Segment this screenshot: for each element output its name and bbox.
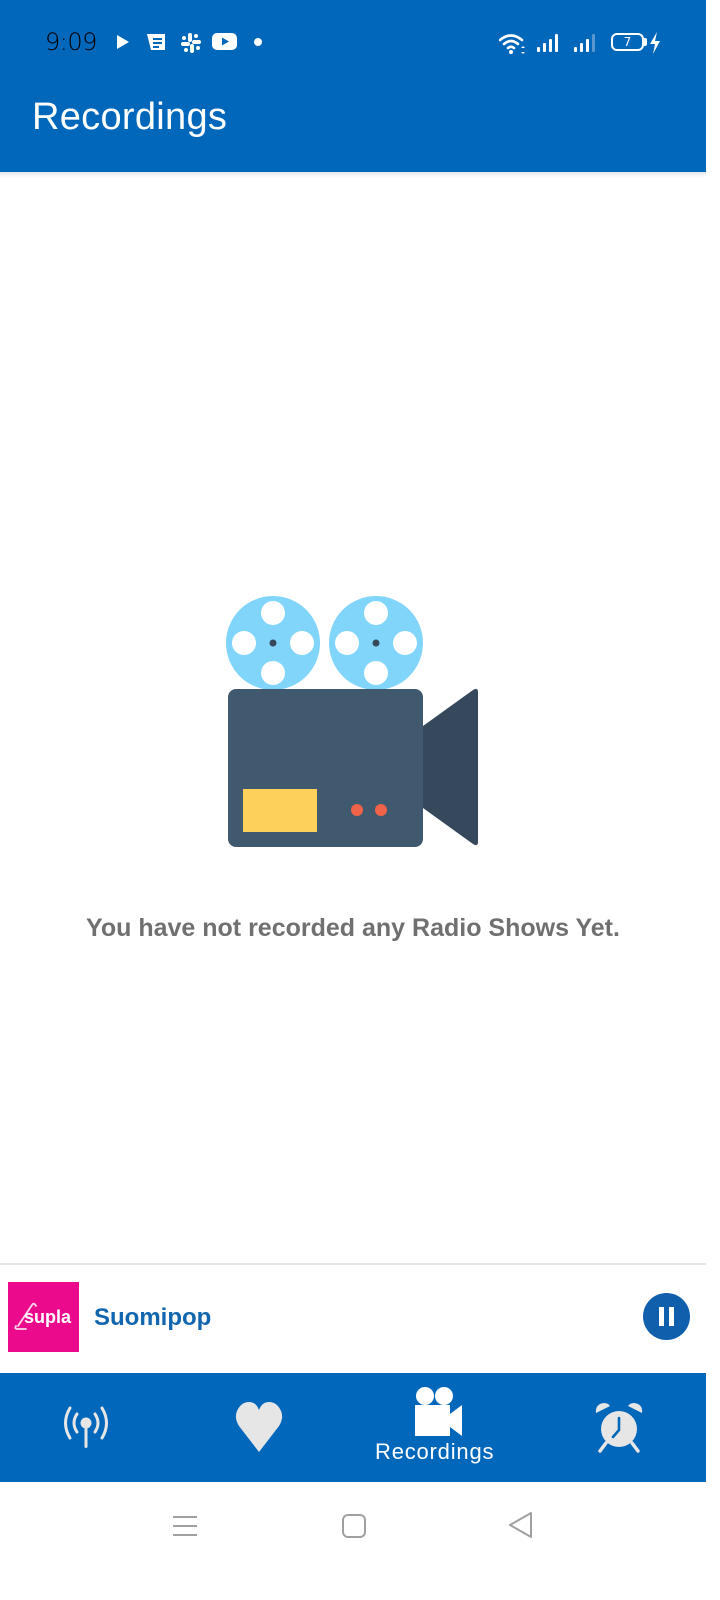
slack-icon (181, 33, 201, 53)
pause-icon (659, 1307, 674, 1326)
film-reel-left-icon (226, 596, 320, 690)
nav-tab-alarm[interactable] (528, 1373, 706, 1482)
back-icon[interactable] (506, 1510, 536, 1540)
app-bar-shadow (0, 172, 706, 178)
status-bar (0, 0, 706, 86)
battery-tip (644, 38, 647, 46)
nav-tab-recordings[interactable] (352, 1373, 528, 1482)
broadcast-icon (64, 1406, 108, 1448)
station-logo[interactable]: supla (8, 1282, 79, 1352)
heart-icon (235, 1402, 283, 1452)
signal-1-icon (537, 34, 558, 52)
charging-bolt-icon (650, 32, 660, 54)
movie-camera-illustration (226, 596, 478, 847)
empty-state-message: You have not recorded any Radio Shows Ye… (86, 914, 620, 942)
system-navigation-bar (0, 1482, 706, 1600)
camera-lens-icon (423, 688, 478, 846)
alarm-clock-icon (595, 1403, 643, 1453)
camera-label (243, 789, 317, 832)
logo-text: supla (24, 1307, 72, 1327)
film-reel-right-icon (329, 596, 423, 690)
message-icon (147, 34, 165, 50)
notification-dot-icon (254, 38, 262, 46)
status-time: 9:09 (45, 28, 97, 56)
nav-label-recordings: Recordings (375, 1439, 495, 1464)
nav-tab-favorites[interactable] (176, 1373, 352, 1482)
camera-led-1 (351, 804, 363, 816)
camera-led-2 (375, 804, 387, 816)
nav-tab-live[interactable] (0, 1373, 176, 1482)
supla-logo-icon: supla (14, 1302, 72, 1330)
battery-icon: 7 (611, 33, 644, 51)
battery-level: 7 (623, 35, 632, 49)
play-icon (117, 35, 129, 49)
recents-menu-icon[interactable] (171, 1512, 199, 1540)
youtube-icon (212, 33, 237, 50)
signal-2-icon (574, 34, 595, 52)
page-title: Recordings (32, 96, 228, 138)
wifi-icon (499, 34, 525, 54)
pause-button[interactable] (643, 1293, 690, 1340)
station-name[interactable]: Suomipop (94, 1304, 211, 1332)
home-icon[interactable] (340, 1512, 368, 1540)
video-camera-icon (415, 1387, 462, 1436)
screen: 9:09 7 Recordings You have not recorded … (0, 0, 706, 1600)
